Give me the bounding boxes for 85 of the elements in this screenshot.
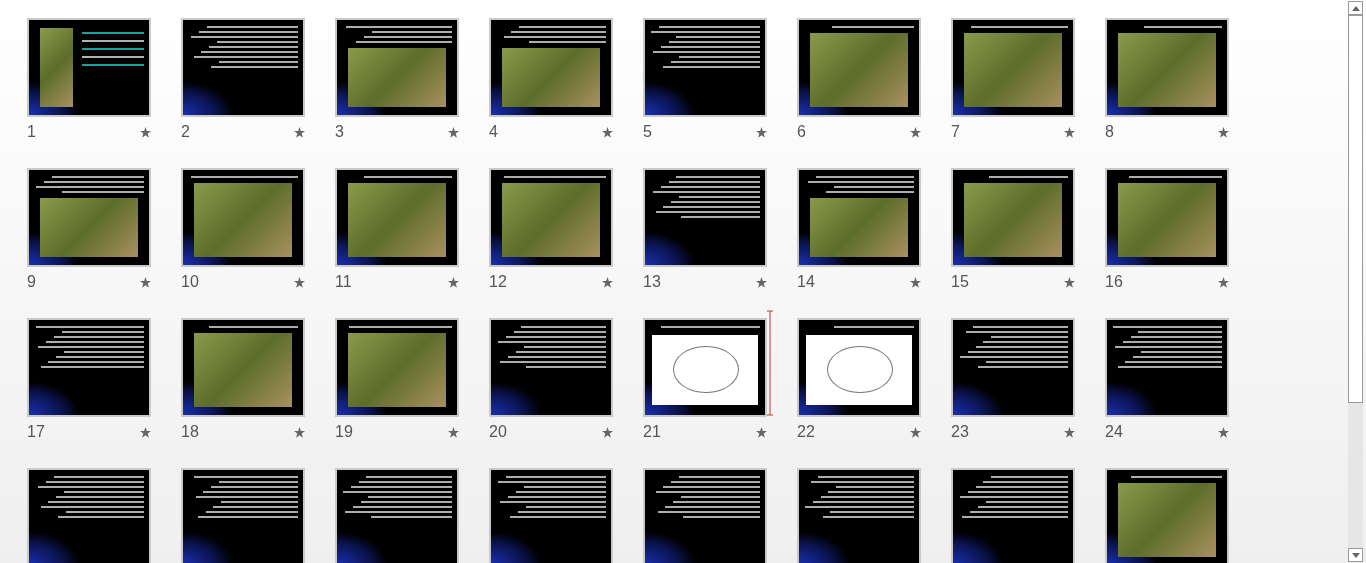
slide-thumbnail[interactable] bbox=[335, 18, 459, 117]
slide-thumbnail[interactable] bbox=[643, 468, 767, 563]
slide-thumbnail[interactable] bbox=[1105, 18, 1229, 117]
slide-thumbnail[interactable] bbox=[643, 18, 767, 117]
slide-number: 2 bbox=[181, 123, 190, 141]
slide-thumbnail[interactable] bbox=[181, 168, 305, 267]
slide-number: 4 bbox=[489, 123, 498, 141]
slide-thumbnail[interactable] bbox=[797, 468, 921, 563]
star-icon[interactable] bbox=[294, 126, 305, 138]
slide-thumbnail[interactable] bbox=[489, 18, 613, 117]
star-icon[interactable] bbox=[294, 426, 305, 438]
slide-thumbnail[interactable] bbox=[1105, 168, 1229, 267]
slide-number: 5 bbox=[643, 123, 652, 141]
star-icon[interactable] bbox=[1218, 126, 1229, 138]
star-icon[interactable] bbox=[140, 126, 151, 138]
slide-thumbnail[interactable] bbox=[1105, 468, 1229, 563]
star-icon[interactable] bbox=[756, 126, 767, 138]
slide-number: 9 bbox=[27, 273, 36, 291]
slide-number: 19 bbox=[335, 423, 353, 441]
scroll-down-button[interactable] bbox=[1348, 548, 1363, 562]
slide-thumbnail[interactable] bbox=[1105, 318, 1229, 417]
slide-number: 7 bbox=[951, 123, 960, 141]
slide-number: 21 bbox=[643, 423, 661, 441]
slide-number: 11 bbox=[335, 273, 352, 291]
star-icon[interactable] bbox=[294, 276, 305, 288]
slide-thumbnail[interactable] bbox=[489, 168, 613, 267]
slide-thumbnail[interactable] bbox=[181, 18, 305, 117]
star-icon[interactable] bbox=[448, 276, 459, 288]
star-icon[interactable] bbox=[910, 276, 921, 288]
slide-thumbnail[interactable] bbox=[181, 318, 305, 417]
slide-thumbnail[interactable] bbox=[797, 168, 921, 267]
scroll-up-button[interactable] bbox=[1348, 1, 1363, 15]
star-icon[interactable] bbox=[602, 426, 613, 438]
slide-thumbnail[interactable] bbox=[951, 468, 1075, 563]
star-icon[interactable] bbox=[140, 426, 151, 438]
slide-number: 16 bbox=[1105, 273, 1123, 291]
slide-thumbnail[interactable] bbox=[27, 318, 151, 417]
slide-thumbnail[interactable] bbox=[27, 18, 151, 117]
star-icon[interactable] bbox=[448, 426, 459, 438]
slide-number: 10 bbox=[181, 273, 199, 291]
star-icon[interactable] bbox=[756, 426, 767, 438]
slide-number: 1 bbox=[27, 123, 36, 141]
slide-thumbnail[interactable] bbox=[181, 468, 305, 563]
slide-number: 14 bbox=[797, 273, 815, 291]
slide-number: 15 bbox=[951, 273, 969, 291]
slide-thumbnail[interactable] bbox=[643, 318, 767, 417]
star-icon[interactable] bbox=[910, 126, 921, 138]
slide-thumbnail[interactable] bbox=[27, 168, 151, 267]
slide-thumbnail[interactable] bbox=[643, 168, 767, 267]
slide-number: 23 bbox=[951, 423, 969, 441]
slide-number: 3 bbox=[335, 123, 344, 141]
star-icon[interactable] bbox=[602, 276, 613, 288]
star-icon[interactable] bbox=[1218, 426, 1229, 438]
slide-number: 13 bbox=[643, 273, 661, 291]
star-icon[interactable] bbox=[910, 426, 921, 438]
star-icon[interactable] bbox=[1064, 426, 1075, 438]
star-icon[interactable] bbox=[448, 126, 459, 138]
up-arrow-icon bbox=[1351, 5, 1360, 11]
star-icon[interactable] bbox=[602, 126, 613, 138]
slide-number: 20 bbox=[489, 423, 507, 441]
slide-thumbnail[interactable] bbox=[797, 18, 921, 117]
slide-thumbnail[interactable] bbox=[489, 318, 613, 417]
slide-thumbnail[interactable] bbox=[489, 468, 613, 563]
slide-number: 24 bbox=[1105, 423, 1123, 441]
slide-number: 6 bbox=[797, 123, 806, 141]
slide-thumbnail[interactable] bbox=[951, 168, 1075, 267]
star-icon[interactable] bbox=[140, 276, 151, 288]
star-icon[interactable] bbox=[1064, 126, 1075, 138]
slide-thumbnail[interactable] bbox=[951, 18, 1075, 117]
slide-thumbnail[interactable] bbox=[335, 318, 459, 417]
slide-thumbnail[interactable] bbox=[335, 468, 459, 563]
slide-number: 18 bbox=[181, 423, 199, 441]
slide-number: 17 bbox=[27, 423, 45, 441]
slide-thumbnail[interactable] bbox=[27, 468, 151, 563]
star-icon[interactable] bbox=[1064, 276, 1075, 288]
slide-number: 8 bbox=[1105, 123, 1114, 141]
slide-number: 12 bbox=[489, 273, 507, 291]
star-icon[interactable] bbox=[1218, 276, 1229, 288]
scrollbar-thumb[interactable] bbox=[1348, 15, 1363, 403]
down-arrow-icon bbox=[1351, 552, 1360, 558]
slide-thumbnail[interactable] bbox=[797, 318, 921, 417]
slide-number: 22 bbox=[797, 423, 815, 441]
slide-thumbnail[interactable] bbox=[951, 318, 1075, 417]
slide-thumbnail[interactable] bbox=[335, 168, 459, 267]
star-icon[interactable] bbox=[756, 276, 767, 288]
